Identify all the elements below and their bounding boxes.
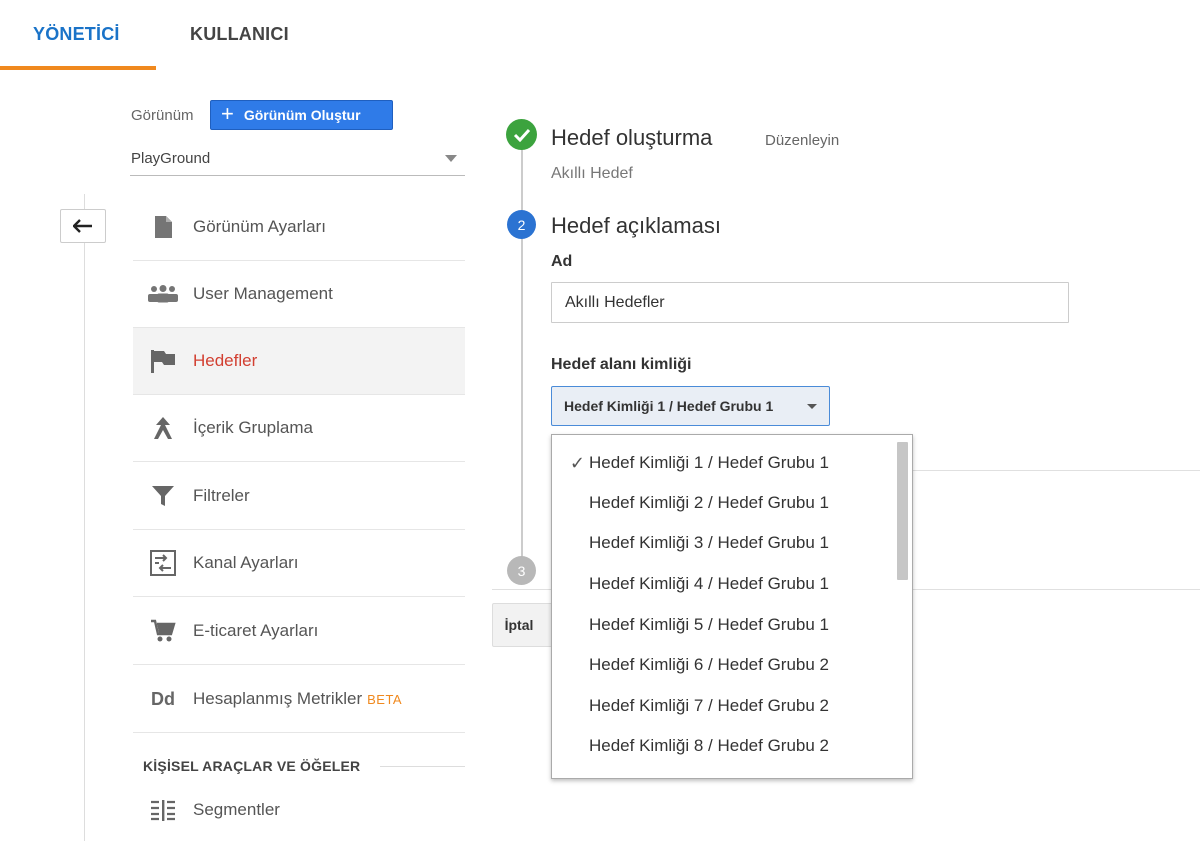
nav-item-calculated-metrics[interactable]: Dd Hesaplanmış Metrikler BETA	[133, 666, 465, 733]
nav-item-goals[interactable]: Hedefler	[133, 328, 465, 395]
nav-item-label: Segmentler	[193, 800, 280, 819]
dropdown-option[interactable]: Hedef Kimliği 7 / Hedef Grubu 2	[552, 686, 897, 726]
back-button[interactable]	[60, 209, 106, 243]
document-icon	[133, 215, 193, 239]
dropdown-option[interactable]: Hedef Kimliği 4 / Hedef Grubu 1	[552, 564, 897, 604]
dropdown-option-label: Hedef Kimliği 5 / Hedef Grubu 1	[589, 615, 830, 634]
dropdown-scrollbar[interactable]	[897, 442, 908, 580]
nav-item-filters[interactable]: Filtreler	[133, 463, 465, 530]
nav-item-content-grouping[interactable]: İçerik Gruplama	[133, 395, 465, 462]
content-grouping-icon	[133, 416, 193, 440]
divider	[912, 470, 1200, 471]
active-tab-indicator	[0, 66, 156, 70]
dropdown-option[interactable]: Hedef Kimliği 2 / Hedef Grubu 1	[552, 483, 897, 523]
cancel-button[interactable]: İptal	[492, 603, 554, 647]
nav-item-label: Görünüm Ayarları	[193, 217, 326, 236]
goal-name-input[interactable]	[551, 282, 1069, 323]
channel-settings-icon	[133, 550, 193, 576]
step1-summary: Akıllı Hedef	[551, 165, 633, 182]
checkmark-icon: ✓	[569, 452, 585, 473]
view-label: Görünüm	[131, 107, 194, 124]
beta-badge: BETA	[367, 691, 403, 707]
filter-icon	[133, 485, 193, 507]
nav-guide-line	[84, 194, 85, 841]
dropdown-option-label: Hedef Kimliği 8 / Hedef Grubu 2	[589, 736, 830, 755]
view-select[interactable]: PlayGround	[130, 146, 465, 176]
dropdown-option[interactable]: Hedef Kimliği 8 / Hedef Grubu 2	[552, 726, 897, 766]
dropdown-option-label: Hedef Kimliği 7 / Hedef Grubu 2	[589, 696, 830, 715]
tab-user[interactable]: KULLANICI	[190, 24, 289, 45]
nav-item-label: İçerik Gruplama	[193, 418, 313, 437]
users-icon	[133, 285, 193, 303]
cart-icon	[133, 619, 193, 643]
create-view-label: Görünüm Oluştur	[243, 107, 361, 123]
nav-item-ecommerce-settings[interactable]: E-ticaret Ayarları	[133, 598, 465, 665]
nav-item-label: User Management	[193, 284, 333, 303]
goal-slot-select[interactable]: Hedef Kimliği 1 / Hedef Grubu 1	[551, 386, 830, 426]
dropdown-option[interactable]: ✓ Hedef Kimliği 1 / Hedef Grubu 1	[552, 443, 897, 483]
nav-item-channel-settings[interactable]: Kanal Ayarları	[133, 530, 465, 597]
chevron-down-icon	[445, 155, 457, 162]
tab-admin[interactable]: YÖNETİCİ	[33, 24, 120, 45]
section-title-personal-tools: KİŞİSEL ARAÇLAR VE ÖĞELER	[143, 758, 361, 774]
nav-item-label: Kanal Ayarları	[193, 553, 299, 572]
goal-slot-select-value: Hedef Kimliği 1 / Hedef Grubu 1	[564, 398, 774, 414]
dropdown-option-label: Hedef Kimliği 4 / Hedef Grubu 1	[589, 574, 830, 593]
step-complete-check-icon	[506, 119, 537, 150]
nav-item-user-management[interactable]: User Management	[133, 261, 465, 328]
step2-number-badge: 2	[507, 210, 536, 239]
nav-item-view-settings[interactable]: Görünüm Ayarları	[133, 194, 465, 261]
segments-icon	[133, 799, 193, 821]
flag-icon	[133, 349, 193, 373]
nav-item-label: Filtreler	[193, 486, 250, 505]
nav-item-label: Hesaplanmış Metrikler	[193, 689, 363, 708]
dropdown-option-label: Hedef Kimliği 1 / Hedef Grubu 1	[589, 453, 830, 472]
goal-slot-label: Hedef alanı kimliği	[551, 356, 692, 373]
nav-item-segments[interactable]: Segmentler	[133, 790, 465, 830]
dropdown-option-label: Hedef Kimliği 6 / Hedef Grubu 2	[589, 655, 830, 674]
step2-title: Hedef açıklaması	[551, 213, 721, 238]
nav-item-label: E-ticaret Ayarları	[193, 621, 319, 640]
goal-slot-dropdown: ✓ Hedef Kimliği 1 / Hedef Grubu 1 Hedef …	[551, 434, 913, 779]
chevron-down-icon	[807, 404, 817, 409]
section-divider	[380, 766, 465, 767]
back-arrow-icon	[73, 219, 92, 233]
calculated-metrics-icon: Dd	[151, 688, 175, 709]
create-view-button[interactable]: + Görünüm Oluştur	[210, 100, 393, 130]
dropdown-option-label: Hedef Kimliği 3 / Hedef Grubu 1	[589, 533, 830, 552]
step1-edit-link[interactable]: Düzenleyin	[765, 132, 839, 149]
step3-number-badge: 3	[507, 556, 536, 585]
nav-item-label: Hedefler	[193, 351, 258, 370]
goal-name-label: Ad	[551, 253, 573, 270]
stepper-line	[521, 145, 523, 565]
top-tabs: YÖNETİCİ KULLANICI	[0, 0, 1200, 70]
step1-title: Hedef oluşturma	[551, 125, 713, 150]
plus-icon: +	[221, 101, 234, 126]
view-select-value: PlayGround	[131, 150, 211, 167]
dropdown-option-label: Hedef Kimliği 2 / Hedef Grubu 1	[589, 493, 830, 512]
dropdown-option[interactable]: Hedef Kimliği 5 / Hedef Grubu 1	[552, 605, 897, 645]
dropdown-option[interactable]: Hedef Kimliği 3 / Hedef Grubu 1	[552, 523, 897, 563]
dropdown-option[interactable]: Hedef Kimliği 6 / Hedef Grubu 2	[552, 645, 897, 685]
